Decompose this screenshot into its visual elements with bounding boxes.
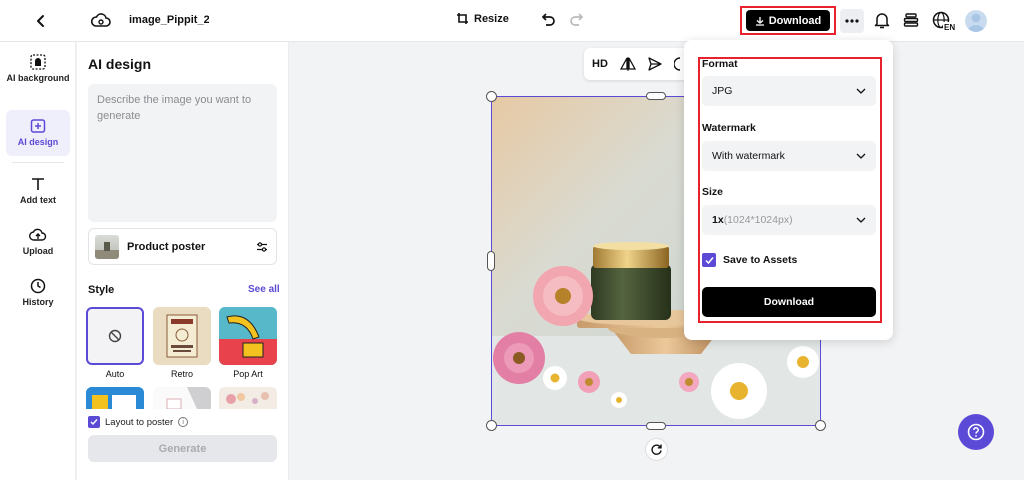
- size-select[interactable]: 1x(1024*1024px): [702, 205, 876, 235]
- style-thumbnail-5: [153, 387, 211, 409]
- sliders-icon[interactable]: [256, 241, 268, 253]
- watermark-label: Watermark: [702, 122, 756, 134]
- image-toolbar: HD: [584, 48, 694, 80]
- style-tile-retro[interactable]: [153, 307, 211, 365]
- back-icon[interactable]: [30, 10, 52, 32]
- save-to-assets-row: Save to Assets: [702, 253, 797, 267]
- rotate-icon[interactable]: [645, 438, 668, 461]
- history-icon: [30, 278, 46, 294]
- send-icon[interactable]: [648, 57, 662, 71]
- layout-to-poster-row: Layout to poster i: [88, 416, 189, 428]
- rail-item-label: AI design: [17, 137, 59, 147]
- resize-button[interactable]: Resize: [456, 12, 509, 25]
- preset-label: Product poster: [127, 240, 206, 253]
- resize-handle-top-left[interactable]: [486, 91, 497, 102]
- preset-thumbnail: [95, 234, 119, 259]
- style-section-title: Style: [88, 284, 115, 296]
- watermark-value: With watermark: [712, 150, 785, 162]
- resize-handle-bottom-left[interactable]: [486, 420, 497, 431]
- style-tile-auto[interactable]: [86, 307, 144, 365]
- see-all-link[interactable]: See all: [248, 284, 280, 295]
- rail-item-label: Upload: [22, 246, 54, 256]
- no-style-icon: [108, 329, 122, 343]
- rail-divider: [12, 162, 64, 163]
- style-tile-4[interactable]: [86, 387, 144, 409]
- download-icon: [755, 16, 764, 26]
- download-label: Download: [768, 14, 822, 27]
- avatar[interactable]: [965, 10, 987, 32]
- tool-rail: AI background AI design Add text Upload …: [0, 42, 76, 480]
- format-label: Format: [702, 58, 738, 70]
- rail-item-ai-background[interactable]: AI background: [6, 54, 70, 100]
- chevron-down-icon: [856, 88, 866, 94]
- rail-item-add-text[interactable]: Add text: [6, 176, 70, 210]
- undo-icon[interactable]: [538, 10, 558, 30]
- ai-design-icon: [30, 119, 46, 133]
- rail-item-upload[interactable]: Upload: [6, 227, 70, 261]
- flip-icon[interactable]: [619, 57, 636, 71]
- rail-item-ai-design[interactable]: AI design: [6, 110, 70, 156]
- format-value: JPG: [712, 85, 733, 97]
- style-thumbnail-6: [219, 387, 277, 409]
- info-icon[interactable]: i: [178, 417, 189, 427]
- resize-handle-top[interactable]: [646, 92, 666, 100]
- size-detail: (1024*1024px): [723, 214, 793, 226]
- bell-icon[interactable]: [872, 10, 892, 30]
- redo-icon[interactable]: [567, 10, 587, 30]
- confirm-download-button[interactable]: Download: [702, 287, 876, 317]
- style-thumbnail-4: [86, 387, 144, 409]
- ai-design-panel: AI design Describe the image you want to…: [77, 42, 289, 480]
- watermark-select[interactable]: With watermark: [702, 141, 876, 171]
- resize-icon: [457, 13, 468, 24]
- rail-item-label: History: [22, 297, 54, 307]
- hd-button[interactable]: HD: [592, 58, 608, 70]
- stack-icon[interactable]: [901, 10, 921, 30]
- ai-background-icon: [30, 54, 46, 70]
- crop-icon[interactable]: [673, 57, 682, 71]
- retro-poster-thumbnail: [153, 307, 211, 365]
- style-tile-6[interactable]: [219, 387, 277, 409]
- layout-to-poster-label: Layout to poster: [105, 416, 174, 428]
- panel-title: AI design: [88, 56, 152, 72]
- prompt-input[interactable]: Describe the image you want to generate: [88, 84, 277, 222]
- file-name[interactable]: image_Pippit_2(: [129, 14, 209, 26]
- resize-handle-bottom[interactable]: [646, 422, 666, 430]
- cloud-sync-icon[interactable]: [90, 10, 112, 32]
- generate-button[interactable]: Generate: [88, 435, 277, 462]
- pink-daisy: [533, 266, 593, 326]
- save-to-assets-label: Save to Assets: [723, 254, 798, 266]
- format-select[interactable]: JPG: [702, 76, 876, 106]
- language-globe-icon[interactable]: EN: [932, 10, 956, 32]
- resize-handle-left[interactable]: [487, 251, 495, 271]
- save-to-assets-checkbox[interactable]: [702, 253, 716, 267]
- style-tile-5[interactable]: [153, 387, 211, 409]
- size-label: Size: [702, 186, 724, 198]
- rail-item-label: Add text: [20, 195, 56, 205]
- rail-item-history[interactable]: History: [6, 278, 70, 312]
- size-value: 1x: [712, 214, 724, 226]
- download-button[interactable]: Download: [746, 10, 830, 31]
- style-tile-pop-art[interactable]: [219, 307, 277, 365]
- text-icon: [32, 178, 44, 190]
- size-value-group: 1x(1024*1024px): [712, 214, 793, 226]
- style-label-retro: Retro: [170, 369, 193, 379]
- layout-to-poster-checkbox[interactable]: [88, 416, 100, 428]
- product-poster-selector[interactable]: Product poster: [88, 228, 277, 265]
- top-bar: image_Pippit_2( Resize Download EN: [0, 0, 1024, 42]
- chevron-down-icon: [856, 217, 866, 223]
- more-icon[interactable]: [840, 9, 864, 33]
- upload-icon: [29, 228, 47, 241]
- svg-text:EN: EN: [944, 23, 955, 31]
- help-icon[interactable]: [958, 414, 994, 450]
- rail-item-label: AI background: [6, 73, 70, 83]
- resize-handle-bottom-right[interactable]: [815, 420, 826, 431]
- pop-art-thumbnail: [219, 307, 277, 365]
- style-label-pop-art: Pop Art: [233, 369, 263, 379]
- style-label-auto: Auto: [105, 369, 125, 379]
- chevron-down-icon: [856, 153, 866, 159]
- resize-label: Resize: [474, 12, 509, 25]
